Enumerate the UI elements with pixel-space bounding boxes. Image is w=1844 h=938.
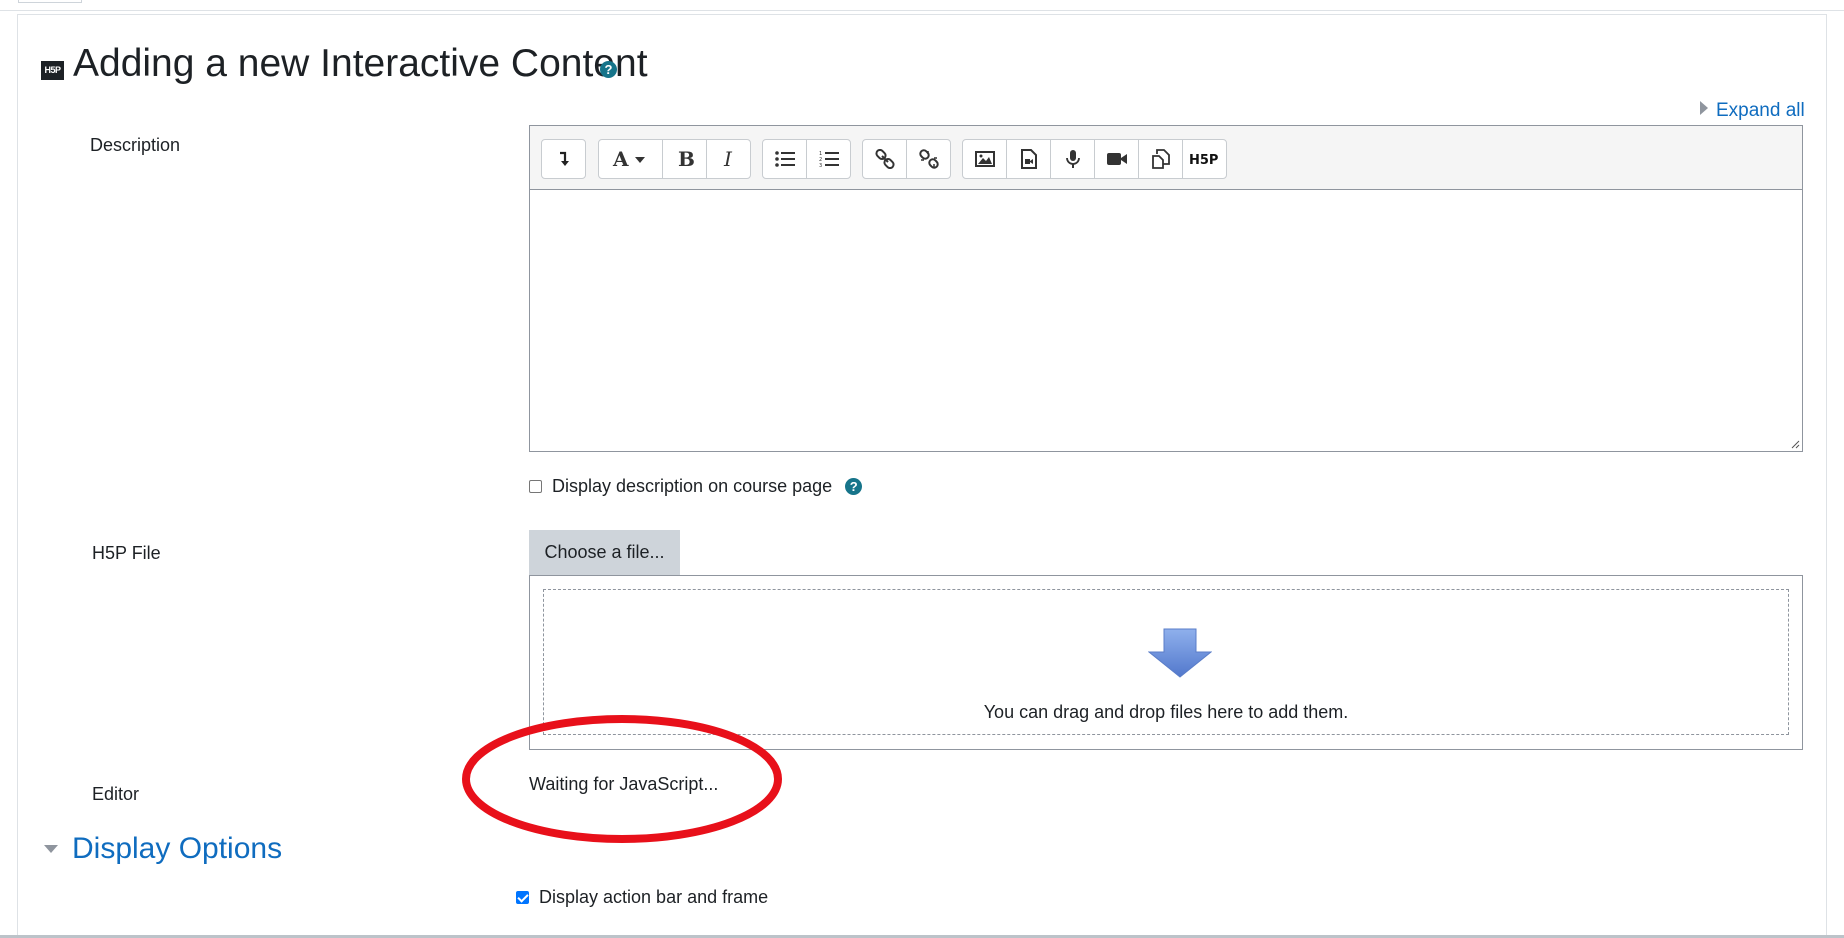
action-bar-checkbox-row[interactable]: Display action bar and frame	[516, 887, 768, 908]
record-audio-icon[interactable]	[1051, 140, 1095, 178]
caret-down-icon	[44, 845, 58, 853]
svg-text:I: I	[723, 148, 733, 170]
font-style-icon[interactable]: A	[599, 140, 663, 178]
bold-icon[interactable]: B	[663, 140, 707, 178]
help-icon[interactable]: ?	[600, 61, 617, 78]
toolbar-group-media: H5P	[962, 139, 1227, 179]
record-video-icon[interactable]	[1095, 140, 1139, 178]
show-description-checkbox-row[interactable]: Display description on course page ?	[529, 476, 863, 497]
expand-all-label: Expand all	[1716, 100, 1805, 121]
show-description-label: Display description on course page	[552, 476, 833, 496]
expand-all-link[interactable]: Expand all	[1700, 100, 1805, 122]
description-label: Description	[90, 135, 181, 155]
image-icon[interactable]	[963, 140, 1007, 178]
editor-content-area[interactable]	[530, 190, 1802, 450]
toolbar-group-links	[862, 139, 951, 179]
editor-toolbar: A B I 123 H5P	[530, 126, 1802, 190]
toolbar-group-lists: 123	[762, 139, 851, 179]
help-icon[interactable]: ?	[845, 478, 863, 495]
italic-icon[interactable]: I	[707, 140, 750, 178]
show-more-buttons-icon[interactable]	[542, 140, 585, 178]
media-icon[interactable]	[1007, 140, 1051, 178]
link-icon[interactable]	[863, 140, 907, 178]
ordered-list-icon[interactable]: 123	[807, 140, 850, 178]
svg-text:3: 3	[819, 163, 822, 168]
choose-file-button[interactable]: Choose a file...	[529, 530, 680, 575]
top-tab-edge	[18, 0, 82, 3]
h5p-logo-icon: H5P	[41, 61, 64, 80]
action-bar-label: Display action bar and frame	[539, 887, 769, 907]
editor-label: Editor	[92, 784, 140, 804]
svg-text:A: A	[612, 148, 629, 170]
top-border	[0, 0, 1844, 11]
unordered-list-icon[interactable]	[763, 140, 807, 178]
unlink-icon[interactable]	[907, 140, 950, 178]
svg-text:B: B	[678, 148, 694, 170]
resize-handle-icon[interactable]	[1790, 439, 1800, 449]
h5p-file-label: H5P File	[92, 543, 161, 563]
display-options-header[interactable]: Display Options	[44, 832, 282, 866]
red-annotation-circle	[462, 715, 782, 843]
page-title: Adding a new Interactive Content	[73, 42, 648, 85]
description-editor: A B I 123 H5P	[529, 125, 1803, 452]
display-options-title[interactable]: Display Options	[72, 832, 282, 866]
svg-text:H5P: H5P	[1189, 153, 1218, 167]
show-description-checkbox[interactable]	[529, 480, 542, 493]
h5p-icon[interactable]: H5P	[1183, 140, 1226, 178]
toolbar-group-text: A B I	[598, 139, 751, 179]
drop-arrow-icon	[1148, 628, 1212, 678]
manage-files-icon[interactable]	[1139, 140, 1183, 178]
action-bar-checkbox[interactable]	[516, 891, 529, 904]
caret-right-icon	[1700, 101, 1708, 115]
toolbar-group-collapse	[541, 139, 586, 179]
